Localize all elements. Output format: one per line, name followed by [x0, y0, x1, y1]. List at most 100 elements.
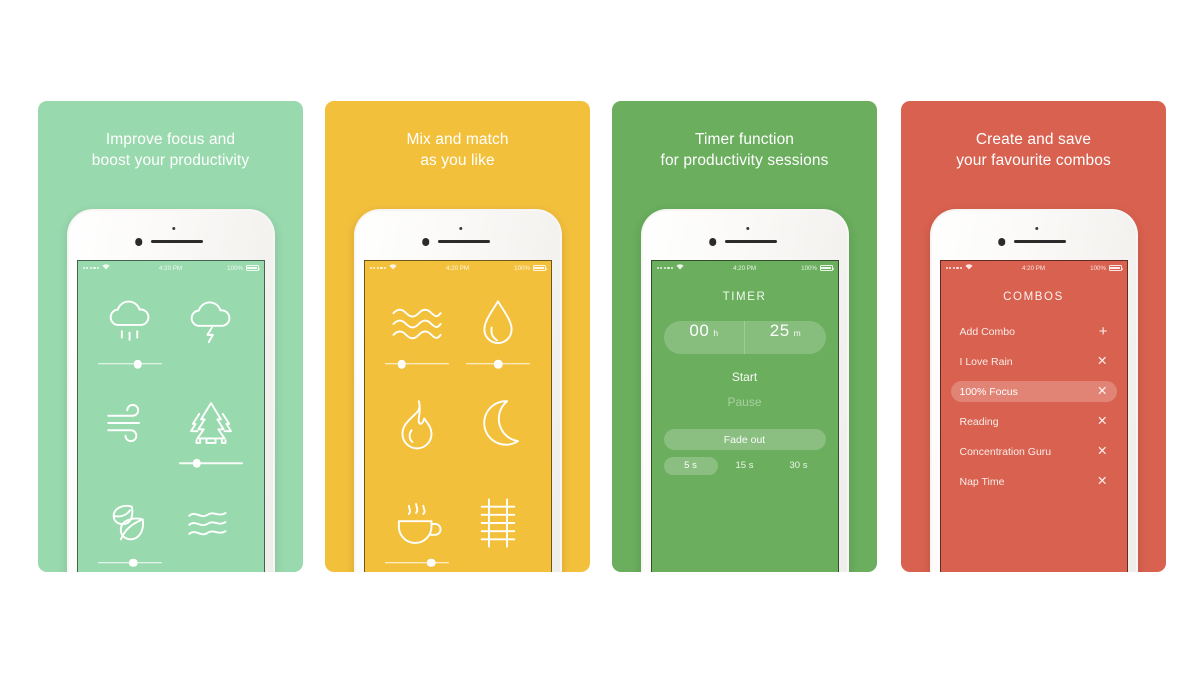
- combo-label: 100% Focus: [959, 385, 1018, 398]
- wifi-icon: [102, 264, 110, 272]
- sound-cell-fire[interactable]: [377, 390, 458, 489]
- fade-out-button[interactable]: Fade out: [663, 429, 826, 450]
- volume-slider-rain-cloud[interactable]: [98, 359, 162, 369]
- phone-screen: 4:20 PM 100%: [76, 260, 265, 572]
- combo-row[interactable]: 100% Focus ✕: [950, 381, 1117, 402]
- combo-row[interactable]: Nap Time ✕: [951, 471, 1117, 492]
- sound-cell-leaves[interactable]: [90, 490, 171, 572]
- status-bar-right: 100%: [1090, 264, 1123, 272]
- sound-cell-ocean-waves[interactable]: [377, 291, 458, 390]
- timer-actions: Start Pause: [664, 370, 826, 409]
- combo-label: I Love Rain: [959, 355, 1013, 368]
- sound-cell-forest-trees[interactable]: [171, 390, 252, 489]
- phone-screen: 4:20 PM 100%: [363, 260, 552, 572]
- combo-label: Nap Time: [959, 475, 1005, 488]
- plus-icon[interactable]: +: [1099, 324, 1108, 339]
- start-button[interactable]: Start: [664, 370, 826, 384]
- slider-knob[interactable]: [133, 359, 142, 369]
- fire-icon[interactable]: [388, 394, 446, 452]
- combo-row[interactable]: Add Combo +: [951, 321, 1117, 342]
- rain-cloud-icon[interactable]: [101, 295, 159, 353]
- moon-icon[interactable]: [469, 394, 527, 452]
- combo-label: Concentration Guru: [959, 445, 1052, 458]
- sound-cell-moon-night[interactable]: [458, 390, 539, 489]
- earpiece-speaker-icon: [724, 240, 777, 244]
- water-drop-icon[interactable]: [469, 295, 527, 353]
- close-icon[interactable]: ✕: [1097, 355, 1107, 368]
- fade-option-5s[interactable]: 5 s: [663, 457, 718, 475]
- slider-knob[interactable]: [397, 359, 406, 369]
- ocean-waves-icon[interactable]: [388, 295, 446, 353]
- status-bar: 4:20 PM 100%: [78, 261, 264, 275]
- battery-percent: 100%: [1090, 264, 1106, 272]
- front-camera-icon: [421, 238, 430, 246]
- fade-option-30s[interactable]: 30 s: [772, 457, 826, 475]
- combos-screen: COMBOS Add Combo + I Love Rain ✕ 100% Focus ✕ R…: [941, 275, 1127, 492]
- battery-icon: [1108, 265, 1123, 271]
- status-bar-left: [82, 264, 111, 272]
- timer-duration-pill[interactable]: 00 h 25 m: [663, 321, 826, 354]
- phone-mockup: 4:20 PM 100% TIMER 00 h 25 m Start Pause Fade out…: [640, 209, 849, 572]
- volume-slider-forest-trees[interactable]: [179, 458, 243, 468]
- status-bar: 4:20 PM 100%: [941, 261, 1127, 275]
- wind-icon[interactable]: [101, 394, 159, 452]
- signal-dots-icon: [369, 266, 387, 270]
- sound-cell-water-drop[interactable]: [458, 291, 539, 390]
- earpiece-speaker-icon: [150, 240, 203, 244]
- volume-slider-coffee-cup[interactable]: [385, 558, 449, 568]
- fade-duration-options: 5 s 15 s 30 s: [663, 457, 826, 475]
- sound-grid: [365, 275, 551, 572]
- battery-icon: [245, 265, 260, 271]
- slider-knob[interactable]: [192, 459, 202, 468]
- timer-minutes-field[interactable]: 25 m: [744, 321, 826, 354]
- timer-screen: TIMER 00 h 25 m Start Pause Fade out 5 s 15 s 30 s: [652, 275, 838, 475]
- sound-cell-rain-cloud[interactable]: [90, 291, 171, 390]
- slider-track: [179, 462, 243, 465]
- sound-cell-train-tracks[interactable]: [458, 490, 539, 572]
- slider-knob[interactable]: [128, 558, 138, 567]
- phone-screen: 4:20 PM 100% COMBOS Add Combo + I Love Rain ✕ 1…: [939, 260, 1128, 572]
- combo-row[interactable]: I Love Rain ✕: [951, 351, 1117, 372]
- combo-label: Reading: [959, 415, 999, 428]
- sound-cell-coffee-cup[interactable]: [377, 490, 458, 572]
- front-camera-icon: [997, 238, 1006, 246]
- close-icon[interactable]: ✕: [1097, 415, 1107, 428]
- front-camera-icon: [708, 238, 717, 246]
- forest-trees-icon[interactable]: [182, 394, 240, 452]
- timer-hours-unit: h: [713, 328, 719, 338]
- slider-track: [385, 561, 449, 564]
- coffee-cup-icon[interactable]: [388, 494, 446, 552]
- promo-panel-create-save-combos: Create and save your favourite combos 4:2…: [901, 101, 1166, 572]
- wifi-icon: [965, 264, 973, 272]
- battery-percent: 100%: [227, 264, 243, 272]
- train-tracks-icon[interactable]: [469, 494, 527, 552]
- timer-hours-field[interactable]: 00 h: [664, 321, 745, 354]
- volume-slider-ocean-waves[interactable]: [385, 359, 449, 369]
- close-icon[interactable]: ✕: [1097, 475, 1107, 488]
- volume-slider-leaves[interactable]: [98, 558, 162, 568]
- earpiece-speaker-icon: [437, 240, 490, 244]
- volume-slider-water-drop[interactable]: [466, 359, 530, 369]
- slider-knob[interactable]: [426, 558, 436, 567]
- combos-heading: COMBOS: [1003, 291, 1064, 303]
- slider-knob[interactable]: [493, 359, 503, 369]
- sound-cell-thunder-cloud[interactable]: [171, 291, 252, 390]
- sound-cell-wind[interactable]: [90, 390, 171, 489]
- wifi-icon: [389, 264, 397, 272]
- screenshot-gallery: Improve focus and boost your productivit…: [0, 0, 1200, 675]
- fade-option-15s[interactable]: 15 s: [718, 457, 772, 475]
- combo-row[interactable]: Concentration Guru ✕: [951, 441, 1117, 462]
- battery-icon: [819, 265, 834, 271]
- pause-button[interactable]: Pause: [664, 395, 826, 409]
- water-waves-icon[interactable]: [182, 494, 240, 552]
- thunder-cloud-icon[interactable]: [182, 295, 240, 353]
- close-icon[interactable]: ✕: [1097, 445, 1107, 458]
- sound-cell-water-waves[interactable]: [171, 490, 252, 572]
- close-icon[interactable]: ✕: [1097, 385, 1107, 398]
- battery-icon: [532, 265, 547, 271]
- combo-row[interactable]: Reading ✕: [951, 411, 1117, 432]
- battery-percent: 100%: [514, 264, 530, 272]
- leaves-icon[interactable]: [101, 494, 159, 552]
- promo-panel-timer-function: Timer function for productivity sessions…: [612, 101, 877, 572]
- earpiece-speaker-icon: [1013, 240, 1066, 244]
